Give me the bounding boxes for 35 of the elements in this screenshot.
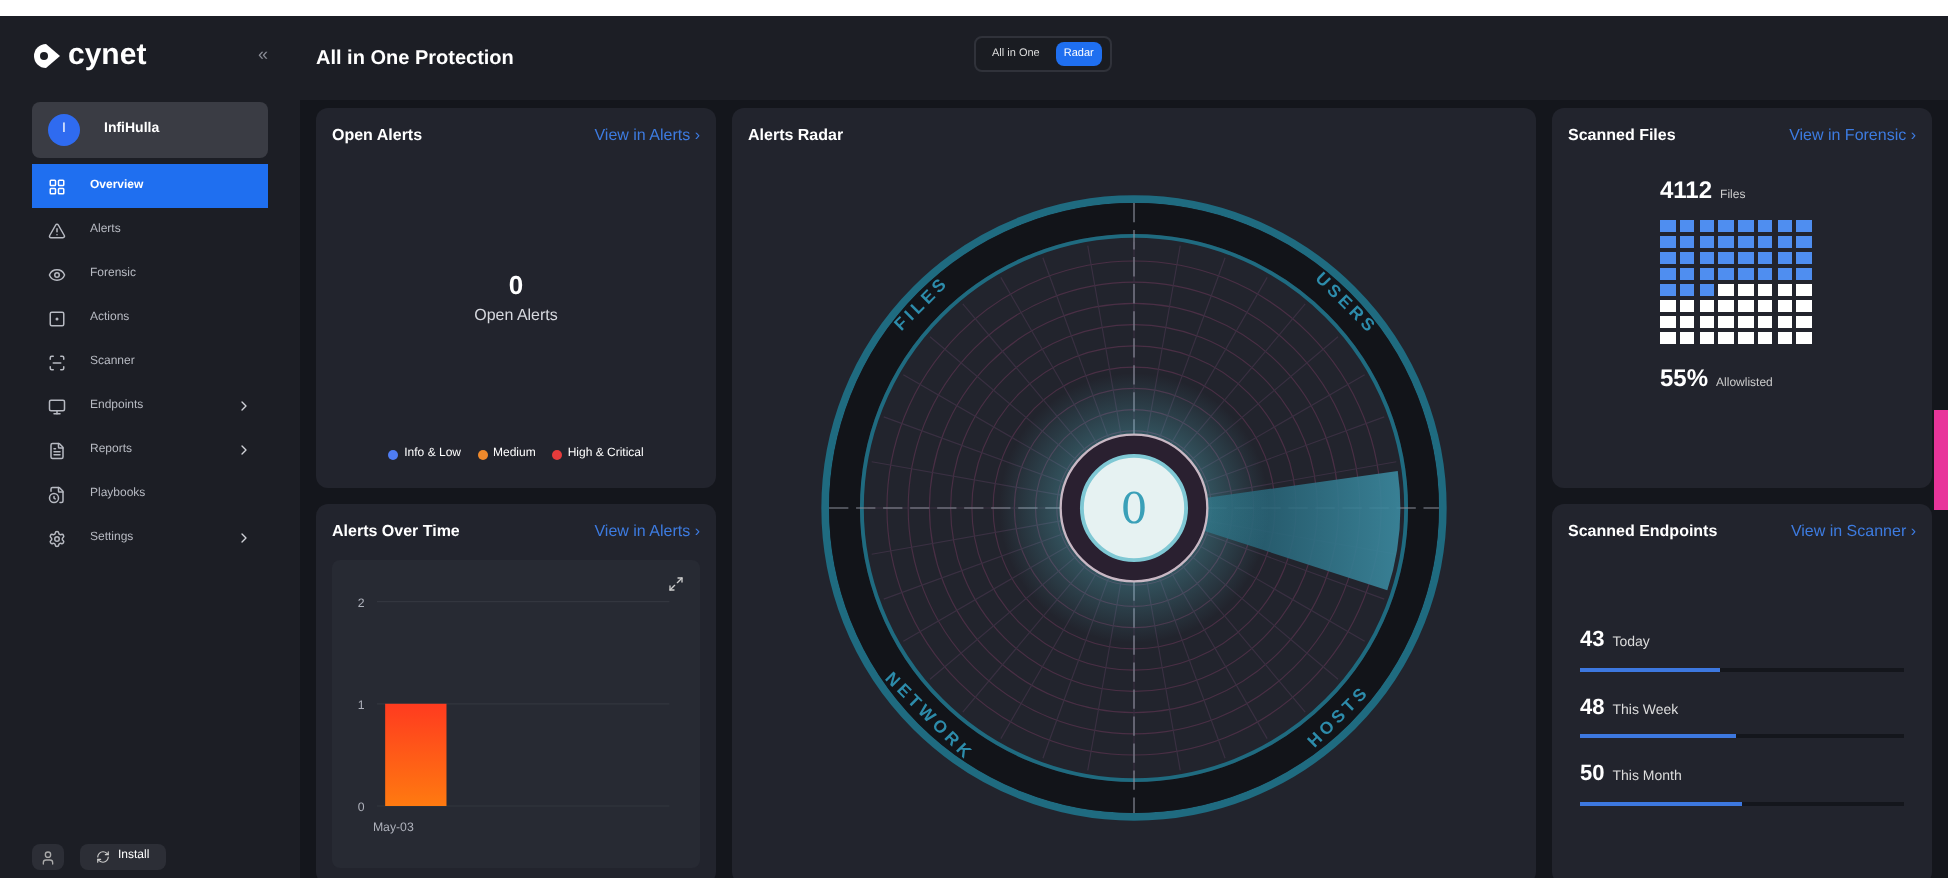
endpoint-count: 48 (1580, 693, 1605, 723)
square-icon (48, 309, 66, 327)
page-title: All in One Protection (316, 45, 514, 73)
grid-icon (48, 177, 66, 195)
monitor-icon (48, 397, 66, 415)
logo-icon (32, 43, 60, 67)
card-title: Scanned Files (1568, 124, 1676, 148)
document-icon (48, 485, 66, 503)
profile-button[interactable] (32, 844, 64, 870)
view-link[interactable]: View in Alerts › (594, 520, 700, 544)
files-count: 4112 (1660, 174, 1713, 208)
card-title: Alerts Over Time (332, 520, 460, 544)
alert-count: 0 (1120, 485, 1148, 536)
person-icon (40, 849, 56, 865)
count-caption: Open Alerts (474, 304, 558, 329)
refresh-icon (96, 850, 110, 864)
view-link[interactable]: View in Scanner › (1790, 520, 1916, 544)
view-link[interactable]: View in Forensic › (1789, 124, 1916, 148)
card-title: Alerts Radar (748, 124, 844, 148)
view-link[interactable]: View in Alerts › (594, 124, 700, 148)
settings-icon (48, 529, 66, 547)
card-title: Scanned Endpoints (1568, 520, 1718, 544)
document-icon (48, 441, 66, 459)
expand-icon[interactable] (668, 576, 684, 592)
collapse-button[interactable]: « (257, 41, 268, 69)
alert-count: 0 (508, 267, 524, 304)
percent-value: 55% (1660, 362, 1709, 396)
chart-bar (385, 703, 447, 806)
logo-text: cynet (68, 40, 147, 70)
endpoint-count: 50 (1580, 760, 1605, 790)
eye-icon (48, 265, 66, 283)
endpoint-count: 43 (1580, 626, 1605, 656)
warning-icon (48, 221, 66, 239)
scan-icon (48, 353, 66, 371)
card-title: Open Alerts (332, 124, 423, 148)
